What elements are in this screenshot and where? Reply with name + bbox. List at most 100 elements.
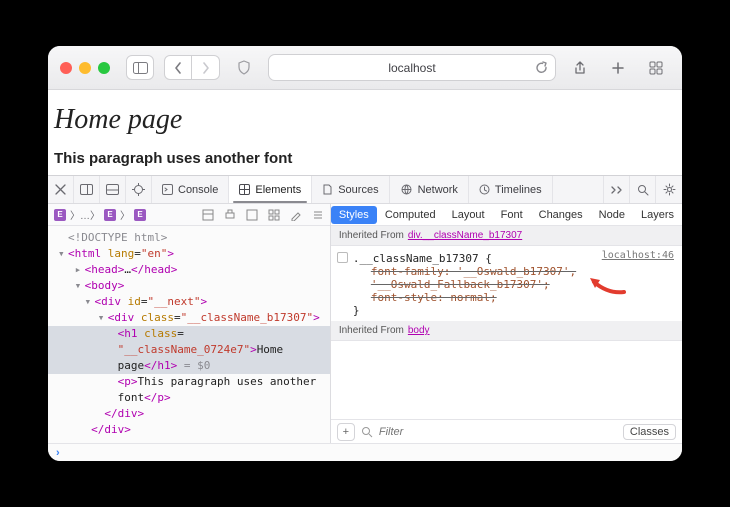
device-toolbar-button[interactable] bbox=[100, 176, 126, 203]
breadcrumb-bar: E 〉…〉 E 〉 E bbox=[48, 204, 330, 226]
console-prompt-icon: › bbox=[56, 447, 60, 459]
sidebar-toggle-button[interactable] bbox=[126, 55, 154, 80]
page-content: Home page This paragraph uses another fo… bbox=[48, 90, 682, 175]
styles-panel: Styles Computed Layout Font Changes Node… bbox=[331, 204, 682, 443]
back-button[interactable] bbox=[164, 55, 192, 80]
devtools: Console Elements Sources Network Timelin… bbox=[48, 175, 682, 461]
page-heading: Home page bbox=[54, 104, 676, 136]
tree-tool-icons bbox=[202, 209, 324, 221]
url-bar[interactable]: localhost bbox=[268, 54, 556, 81]
sidebar-icon bbox=[133, 62, 148, 74]
inherited-from-body-bar: Inherited From body bbox=[331, 321, 682, 341]
reload-icon bbox=[535, 61, 548, 74]
rtab-font[interactable]: Font bbox=[493, 206, 531, 224]
tab-overview-button[interactable] bbox=[642, 55, 670, 80]
target-icon bbox=[132, 183, 145, 196]
shield-button[interactable] bbox=[230, 55, 258, 80]
chevron-right-icon bbox=[202, 62, 210, 74]
network-icon bbox=[400, 184, 413, 195]
dom-tree[interactable]: <!DOCTYPE html> ▾<html lang="en"> ▸<head… bbox=[48, 226, 330, 443]
crumb-chip-icon: E bbox=[54, 209, 66, 221]
tab-overview-icon bbox=[649, 61, 663, 75]
crumb-chip-icon: E bbox=[104, 209, 116, 221]
list-icon[interactable] bbox=[312, 209, 324, 221]
traffic-lights bbox=[60, 62, 110, 74]
devtools-toolbar: Console Elements Sources Network Timelin… bbox=[48, 176, 682, 204]
dock-icon bbox=[80, 184, 93, 195]
rule-source-link[interactable]: localhost:46 bbox=[602, 250, 674, 261]
layout-icon[interactable] bbox=[202, 209, 214, 221]
close-window-button[interactable] bbox=[60, 62, 72, 74]
filter-icon bbox=[361, 426, 373, 438]
breadcrumb[interactable]: E 〉…〉 E 〉 E bbox=[54, 207, 146, 222]
rtab-changes[interactable]: Changes bbox=[531, 206, 591, 224]
sources-icon bbox=[322, 184, 333, 195]
console-drawer[interactable]: › bbox=[48, 443, 682, 461]
console-icon bbox=[162, 184, 173, 195]
forward-button[interactable] bbox=[192, 55, 220, 80]
tab-elements[interactable]: Elements bbox=[229, 176, 312, 203]
rtab-node[interactable]: Node bbox=[591, 206, 633, 224]
rtab-computed[interactable]: Computed bbox=[377, 206, 444, 224]
share-button[interactable] bbox=[566, 55, 594, 80]
search-icon bbox=[637, 184, 649, 196]
tab-console[interactable]: Console bbox=[152, 176, 229, 203]
print-icon[interactable] bbox=[224, 209, 236, 221]
tab-elements-label: Elements bbox=[255, 184, 301, 196]
crumb-chip-icon: E bbox=[134, 209, 146, 221]
titlebar: localhost bbox=[48, 46, 682, 90]
tab-console-label: Console bbox=[178, 184, 218, 196]
grid-icon[interactable] bbox=[268, 209, 280, 221]
minimize-window-button[interactable] bbox=[79, 62, 91, 74]
rule-checkbox[interactable] bbox=[337, 252, 348, 263]
css-rule[interactable]: .__className_b17307 { localhost:46 font-… bbox=[331, 246, 682, 321]
inherited-selector[interactable]: div.__className_b17307 bbox=[408, 230, 522, 241]
tab-network[interactable]: Network bbox=[390, 176, 469, 203]
nav-buttons bbox=[164, 55, 220, 80]
annotation-arrow bbox=[588, 274, 626, 296]
shield-icon bbox=[237, 60, 251, 76]
share-icon bbox=[573, 60, 587, 76]
brush-icon[interactable] bbox=[290, 209, 302, 221]
reload-button[interactable] bbox=[535, 61, 548, 74]
arrow-icon bbox=[588, 274, 626, 296]
styles-filter-bar: + Classes bbox=[331, 419, 682, 443]
timelines-icon bbox=[479, 184, 490, 195]
box-icon[interactable] bbox=[246, 209, 258, 221]
device-icon bbox=[106, 184, 119, 195]
url-text: localhost bbox=[388, 61, 435, 75]
dock-side-button[interactable] bbox=[74, 176, 100, 203]
tab-sources-label: Sources bbox=[338, 184, 378, 196]
page-paragraph: This paragraph uses another font bbox=[54, 150, 676, 167]
inherited-from-bar: Inherited From div.__className_b17307 bbox=[331, 226, 682, 246]
gear-icon bbox=[663, 183, 676, 196]
new-rule-button[interactable]: + bbox=[337, 423, 355, 441]
close-devtools-button[interactable] bbox=[48, 176, 74, 203]
element-picker-button[interactable] bbox=[126, 176, 152, 203]
styles-tabs: Styles Computed Layout Font Changes Node… bbox=[331, 204, 682, 226]
elements-icon bbox=[239, 184, 250, 195]
elements-panel: E 〉…〉 E 〉 E bbox=[48, 204, 331, 443]
styles-filter-input[interactable] bbox=[379, 426, 617, 438]
browser-window: localhost Home page This paragraph uses … bbox=[48, 46, 682, 461]
toolbar-spacer bbox=[553, 176, 604, 203]
maximize-window-button[interactable] bbox=[98, 62, 110, 74]
chevron-left-icon bbox=[174, 62, 182, 74]
devtools-body: E 〉…〉 E 〉 E bbox=[48, 204, 682, 443]
new-tab-button[interactable] bbox=[604, 55, 632, 80]
classes-toggle[interactable]: Classes bbox=[623, 424, 676, 440]
inherited-body[interactable]: body bbox=[408, 325, 430, 336]
rtab-layout[interactable]: Layout bbox=[444, 206, 493, 224]
tab-network-label: Network bbox=[418, 184, 458, 196]
chevrons-icon bbox=[610, 185, 624, 195]
more-tabs-button[interactable] bbox=[604, 176, 630, 203]
plus-icon bbox=[611, 61, 625, 75]
tab-timelines-label: Timelines bbox=[495, 184, 542, 196]
tab-sources[interactable]: Sources bbox=[312, 176, 389, 203]
close-icon bbox=[55, 184, 66, 195]
rtab-styles[interactable]: Styles bbox=[331, 206, 377, 224]
settings-button[interactable] bbox=[656, 176, 682, 203]
rtab-layers[interactable]: Layers bbox=[633, 206, 682, 224]
tab-timelines[interactable]: Timelines bbox=[469, 176, 553, 203]
search-button[interactable] bbox=[630, 176, 656, 203]
